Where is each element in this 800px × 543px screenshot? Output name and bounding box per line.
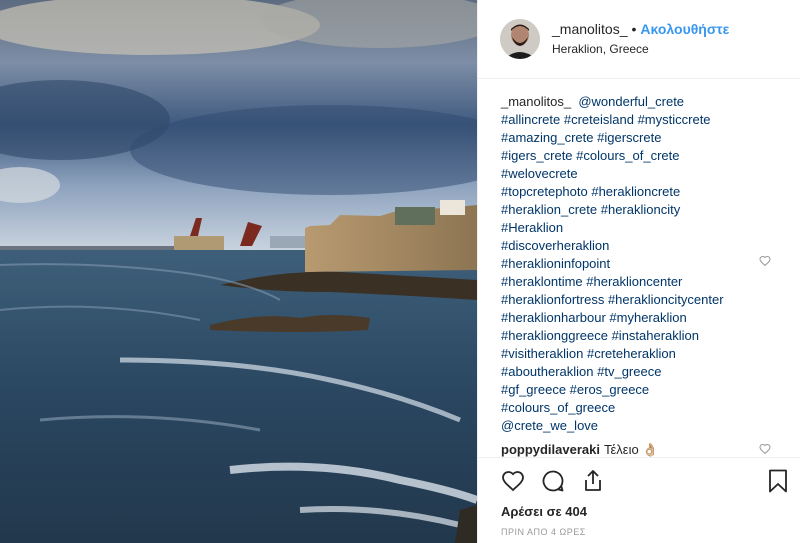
follow-button[interactable]: Ακολουθήστε — [640, 21, 729, 37]
caption-line[interactable]: #Heraklion — [501, 219, 733, 237]
comment-username[interactable]: poppydilaveraki — [501, 442, 600, 457]
bookmark-icon[interactable] — [767, 469, 789, 493]
caption-line[interactable]: #heraklionharbour #myheraklion — [501, 309, 733, 327]
action-icons — [501, 458, 800, 504]
separator-dot: • — [631, 21, 637, 37]
caption-line[interactable]: #igers_crete #colours_of_crete — [501, 147, 733, 165]
avatar-image — [500, 19, 540, 59]
caption-line[interactable]: #discoverheraklion — [501, 237, 733, 255]
post-timestamp[interactable]: ΠΡΙΝ ΑΠΟ 4 ΩΡΕΣ — [501, 527, 800, 537]
comment-icon[interactable] — [541, 469, 565, 493]
header-line: _manolitos_ • Ακολουθήστε — [552, 20, 729, 38]
caption-line[interactable]: #heraklionggreece #instaheraklion — [501, 327, 733, 345]
location-link[interactable]: Heraklion, Greece — [552, 40, 729, 58]
username-link[interactable]: _manolitos_ — [552, 21, 628, 37]
comment-text: Τέλειο 👌🏼 — [603, 442, 659, 457]
likes-count[interactable]: Αρέσει σε 404 — [501, 504, 800, 519]
caption-line[interactable]: #colours_of_greece — [501, 399, 733, 417]
caption-line[interactable]: #topcretephoto #heraklioncrete — [501, 183, 733, 201]
heart-icon[interactable] — [759, 255, 771, 267]
caption-line[interactable]: #amazing_crete #igerscrete — [501, 129, 733, 147]
caption-author[interactable]: _manolitos_ — [501, 94, 571, 109]
harbour-photo — [0, 0, 477, 543]
comments-area: _manolitos_ @wonderful_crete #allincrete… — [478, 79, 800, 457]
instagram-post: _manolitos_ • Ακολουθήστε Heraklion, Greec… — [0, 0, 800, 543]
caption-line[interactable]: #aboutheraklion #tv_greece — [501, 363, 733, 381]
caption-line[interactable]: #allincrete #creteisland #mysticcrete — [501, 111, 733, 129]
caption: _manolitos_ @wonderful_crete #allincrete… — [501, 93, 733, 435]
caption-line[interactable]: #heraklioninfopoint — [501, 255, 733, 273]
heart-icon[interactable] — [501, 469, 525, 493]
comment-row: poppydilaveraki Τέλειο 👌🏼 — [501, 441, 659, 457]
post-actions: Αρέσει σε 404 ΠΡΙΝ ΑΠΟ 4 ΩΡΕΣ — [478, 457, 800, 543]
caption-text[interactable]: @wonderful_crete — [578, 94, 684, 109]
caption-line[interactable]: #heraklontime #heraklioncenter — [501, 273, 733, 291]
caption-line[interactable]: #heraklionfortress #heraklioncitycenter — [501, 291, 733, 309]
caption-line[interactable]: #heraklion_crete #heraklioncity — [501, 201, 733, 219]
share-icon[interactable] — [581, 469, 605, 493]
header-text: _manolitos_ • Ακολουθήστε Heraklion, Greec… — [552, 20, 729, 58]
caption-line: _manolitos_ @wonderful_crete — [501, 93, 733, 111]
caption-line[interactable]: #gf_greece #eros_greece — [501, 381, 733, 399]
heart-icon[interactable] — [759, 443, 771, 455]
avatar[interactable] — [500, 19, 540, 59]
post-side-panel: _manolitos_ • Ακολουθήστε Heraklion, Greec… — [477, 0, 800, 543]
caption-line[interactable]: @crete_we_love — [501, 417, 733, 435]
caption-line[interactable]: #visitheraklion #creteheraklion — [501, 345, 733, 363]
post-header: _manolitos_ • Ακολουθήστε Heraklion, Greec… — [478, 0, 800, 79]
caption-line[interactable]: #welovecrete — [501, 165, 733, 183]
post-photo[interactable] — [0, 0, 477, 543]
